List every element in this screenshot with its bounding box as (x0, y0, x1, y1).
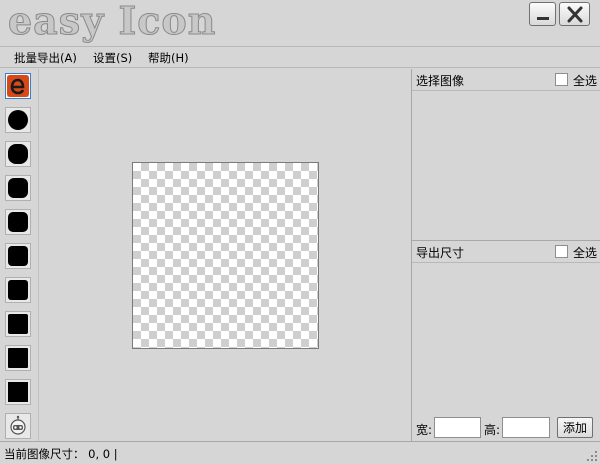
width-label: 宽: (416, 423, 433, 437)
menu-help[interactable]: 帮助(H) (148, 50, 189, 66)
tool-rounded-square-medium[interactable] (5, 175, 31, 201)
square-slight-corner-icon (8, 314, 28, 334)
right-panel: 选择图像 全选 导出尺寸 全选 宽: 高: 添加 (411, 69, 600, 441)
tool-square-tiny-corner[interactable] (5, 345, 31, 371)
tool-square-slight-corner[interactable] (5, 311, 31, 337)
status-image-size: 当前图像尺寸： 0, 0 | (4, 447, 118, 461)
export-size-header: 导出尺寸 全选 (412, 241, 600, 263)
select-image-title: 选择图像 (416, 74, 465, 88)
tool-circle[interactable] (5, 107, 31, 133)
rounded-square-large-icon (8, 144, 28, 164)
tool-robot[interactable] (5, 413, 31, 439)
app-title: easy Icon (7, 0, 217, 44)
add-size-button[interactable]: 添加 (557, 417, 593, 438)
resize-grip-icon[interactable] (586, 450, 598, 462)
height-input[interactable] (502, 417, 550, 438)
export-size-select-all-label[interactable]: 全选 (573, 244, 597, 261)
close-icon (567, 6, 583, 23)
export-size-select-all-checkbox[interactable] (555, 245, 568, 258)
rounded-square-small-icon (8, 246, 28, 266)
square-round-corner-icon (8, 280, 28, 300)
menu-bar: 批量导出(A) 设置(S) 帮助(H) (0, 46, 600, 68)
square-tiny-corner-icon (8, 348, 28, 368)
close-button[interactable] (559, 2, 590, 26)
app-logo-icon (7, 75, 29, 97)
canvas-area[interactable] (38, 69, 411, 441)
tool-rounded-square-small[interactable] (5, 243, 31, 269)
icon-preview-canvas[interactable] (132, 162, 319, 349)
menu-batch-export[interactable]: 批量导出(A) (14, 50, 77, 66)
select-image-select-all-checkbox[interactable] (555, 73, 568, 86)
menu-settings[interactable]: 设置(S) (93, 50, 132, 66)
tool-square-round-corner[interactable] (5, 277, 31, 303)
rounded-square-icon (8, 212, 28, 232)
tool-rounded-square-large[interactable] (5, 141, 31, 167)
title-bar[interactable]: easy Icon (0, 0, 600, 46)
tool-rounded-square[interactable] (5, 209, 31, 235)
minimize-button[interactable] (529, 2, 556, 26)
rounded-square-medium-icon (8, 178, 28, 198)
select-image-header: 选择图像 全选 (412, 69, 600, 91)
tool-app-logo[interactable] (5, 73, 31, 99)
select-image-list[interactable] (412, 91, 600, 240)
size-input-row: 宽: 高: 添加 (412, 417, 600, 439)
select-image-select-all-label[interactable]: 全选 (573, 72, 597, 89)
status-bar: 当前图像尺寸： 0, 0 | (0, 441, 600, 464)
height-label: 高: (484, 423, 501, 437)
tool-square[interactable] (5, 379, 31, 405)
minimize-icon (537, 17, 549, 20)
export-size-list[interactable] (412, 263, 600, 413)
width-input[interactable] (434, 417, 481, 438)
export-size-title: 导出尺寸 (416, 246, 465, 260)
square-icon (8, 382, 28, 402)
circle-shape-icon (8, 110, 28, 130)
robot-icon (10, 415, 26, 435)
shape-toolbar (0, 69, 38, 441)
